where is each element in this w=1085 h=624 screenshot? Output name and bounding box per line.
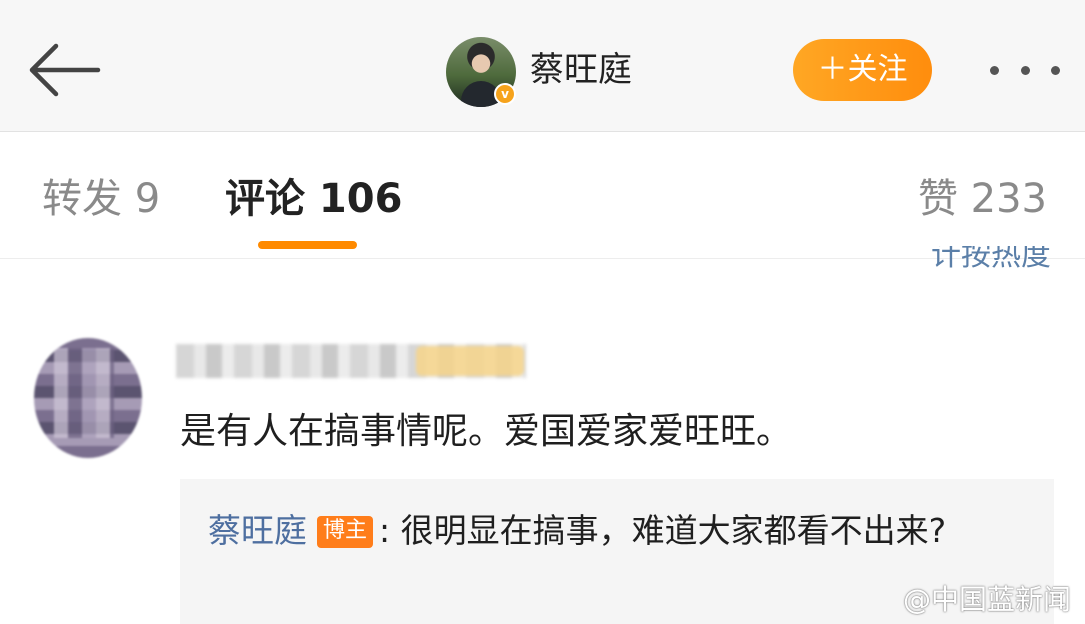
tab-comments[interactable]: 评论 106 — [225, 173, 402, 225]
commenter-name-blurred[interactable] — [176, 344, 526, 378]
tab-reposts[interactable]: 转发 9 — [42, 173, 160, 225]
more-dots-icon[interactable] — [990, 58, 1060, 82]
sort-label: 计按热度 — [931, 246, 1051, 273]
sort-by-hot-button[interactable]: 计按热度 — [931, 246, 1051, 274]
verified-badge-icon: v — [494, 83, 516, 105]
top-bar: v 蔡旺庭 ＋关注 — [0, 0, 1085, 132]
back-button[interactable] — [26, 40, 102, 100]
reply-text: : 很明显在搞事，难道大家都看不出来? — [379, 511, 947, 550]
tab-bar: 转发 9 评论 106 赞 233 — [0, 133, 1085, 259]
tab-likes[interactable]: 赞 233 — [918, 173, 1047, 225]
watermark: @中国蓝新闻 — [902, 583, 1071, 616]
reply-content: 蔡旺庭 博主: 很明显在搞事，难道大家都看不出来? — [208, 503, 998, 559]
reply-author-link[interactable]: 蔡旺庭 — [208, 511, 307, 550]
arrow-left-icon — [29, 43, 101, 97]
comment-text: 是有人在搞事情呢。爱国爱家爱旺旺。 — [180, 411, 793, 452]
commenter-avatar[interactable] — [34, 338, 142, 458]
author-name[interactable]: 蔡旺庭 — [530, 48, 632, 92]
follow-button[interactable]: ＋关注 — [793, 39, 932, 101]
blogger-tag: 博主 — [317, 516, 374, 548]
active-tab-indicator — [258, 241, 357, 249]
